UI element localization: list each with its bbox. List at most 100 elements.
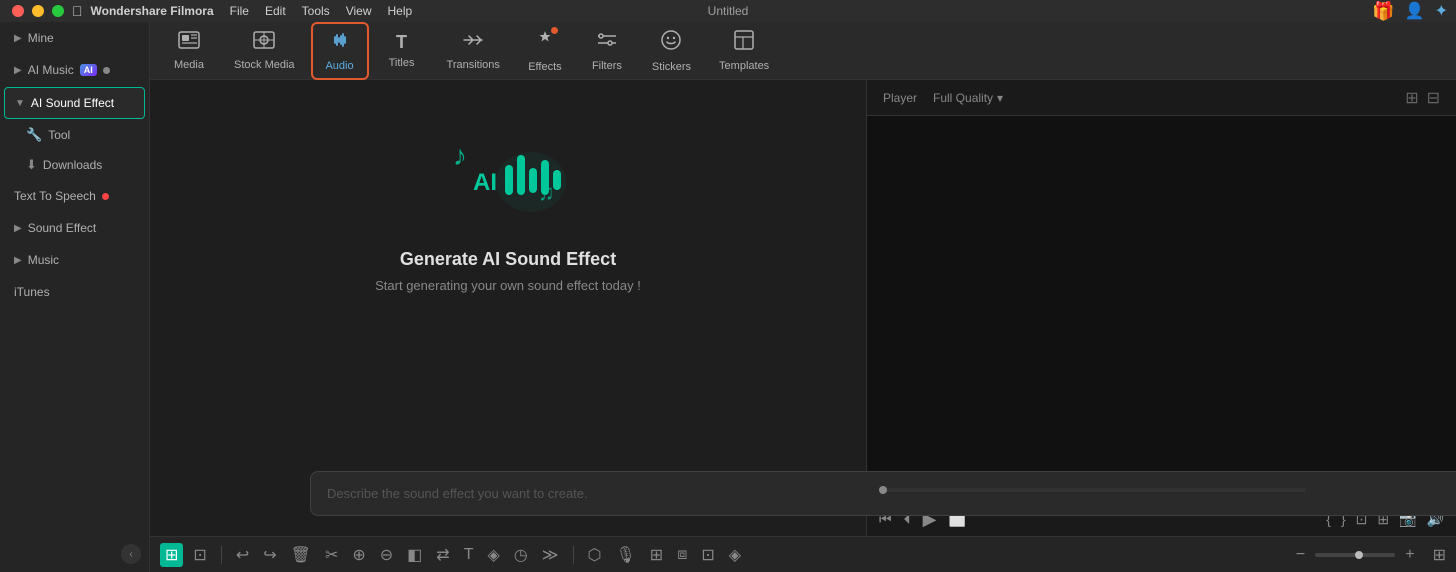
toolbar-media-label: Media: [174, 59, 204, 71]
sidebar-item-itunes-label: iTunes: [14, 285, 50, 299]
toolbar-stickers[interactable]: Stickers: [640, 23, 703, 79]
copy-icon[interactable]: ⊕: [348, 543, 369, 567]
title-bar:  Wondershare Filmora File Edit Tools Vi…: [0, 0, 1456, 22]
chevron-right-icon: ▶: [14, 65, 22, 76]
ai-illustration: ♪ ♫ AI: [443, 110, 573, 233]
player-panel: Player Full Quality ▾ ⊞ ⊟: [866, 80, 1456, 536]
player-actions: ⊞ ⊟: [1405, 88, 1440, 108]
quality-select[interactable]: Full Quality ▾: [933, 91, 1003, 105]
sidebar: ▶ Mine ▶ AI Music AI ▼ AI Sound Effect 🔧…: [0, 22, 150, 572]
cut-icon[interactable]: ✂: [321, 543, 342, 567]
toolbar-media[interactable]: Media: [160, 25, 218, 77]
sidebar-collapse-button[interactable]: ‹: [121, 544, 141, 564]
new-dot: [102, 193, 109, 200]
progress-thumb: [879, 486, 887, 494]
more-icon[interactable]: ≫: [538, 543, 563, 567]
toolbar-stock-media-label: Stock Media: [234, 59, 295, 71]
sidebar-item-downloads[interactable]: ⬇ Downloads: [4, 151, 145, 179]
toolbar-transitions-label: Transitions: [447, 59, 500, 71]
sidebar-item-music[interactable]: ▶ Music: [4, 245, 145, 275]
undo-icon[interactable]: ↩: [232, 543, 253, 567]
paste-icon[interactable]: ⊖: [376, 543, 397, 567]
zoom-slider[interactable]: [1315, 553, 1395, 557]
sidebar-item-ai-music-label: AI Music: [28, 63, 74, 77]
chevron-right-icon: ▶: [14, 33, 22, 44]
toolbar-titles-label: Titles: [389, 57, 415, 69]
toolbar-stickers-label: Stickers: [652, 61, 691, 73]
sidebar-item-music-label: Music: [28, 253, 59, 267]
speed-icon[interactable]: ⇄: [432, 543, 453, 567]
sidebar-item-tool-label: Tool: [48, 128, 70, 142]
menu-view[interactable]: View: [346, 4, 372, 18]
title-bar-left:  Wondershare Filmora File Edit Tools Vi…: [12, 3, 412, 19]
toolbar-titles[interactable]: T Titles: [373, 26, 431, 75]
sidebar-item-mine[interactable]: ▶ Mine: [4, 23, 145, 53]
sidebar-item-sound-effect-label: Sound Effect: [28, 221, 97, 235]
menu-bar: File Edit Tools View Help: [230, 4, 413, 18]
crop-icon[interactable]: ◧: [403, 543, 426, 567]
toolbar-filters[interactable]: Filters: [578, 24, 636, 78]
zoom-out-icon[interactable]: −: [1292, 544, 1309, 566]
redo-icon[interactable]: ↪: [259, 543, 280, 567]
gift-icon[interactable]: 🎁: [1372, 1, 1394, 22]
grid-view-icon[interactable]: ⊞: [1405, 88, 1418, 108]
user-icon[interactable]: 👤: [1405, 1, 1425, 21]
color-icon[interactable]: ◈: [483, 543, 503, 567]
transitions-icon: [462, 31, 484, 55]
toolbar-effects-label: Effects: [528, 61, 561, 73]
effects-icon-bt[interactable]: ◈: [725, 543, 745, 567]
prompt-placeholder: Describe the sound effect you want to cr…: [327, 486, 588, 501]
player-tab[interactable]: Player: [883, 91, 917, 105]
grid-settings-icon[interactable]: ⊞: [1433, 545, 1446, 565]
progress-bar[interactable]: [879, 488, 1306, 492]
close-button[interactable]: [12, 5, 24, 17]
menu-edit[interactable]: Edit: [265, 4, 286, 18]
magnetic-icon[interactable]: ⊡: [189, 543, 210, 567]
zoom-thumb: [1355, 551, 1363, 559]
toolbar-audio[interactable]: Audio: [311, 22, 369, 80]
sidebar-item-itunes[interactable]: iTunes: [4, 277, 145, 307]
stabilize-icon[interactable]: ⬡: [584, 543, 606, 567]
toolbar-transitions[interactable]: Transitions: [435, 25, 512, 77]
menu-help[interactable]: Help: [387, 4, 412, 18]
toolbar-filters-label: Filters: [592, 60, 622, 72]
menu-file[interactable]: File: [230, 4, 249, 18]
sidebar-item-ai-music[interactable]: ▶ AI Music AI: [4, 55, 145, 85]
toolbar-stock-media[interactable]: Stock Media: [222, 25, 307, 77]
delete-icon[interactable]: 🗑: [287, 543, 315, 567]
audio-icon: [329, 30, 351, 56]
minimize-button[interactable]: [32, 5, 44, 17]
sidebar-item-sound-effect[interactable]: ▶ Sound Effect: [4, 213, 145, 243]
text-icon[interactable]: T: [460, 544, 478, 566]
quality-label: Full Quality: [933, 91, 993, 105]
toolbar-effects[interactable]: Effects: [516, 23, 574, 79]
chevron-down-icon: ▾: [997, 91, 1003, 105]
menu-tools[interactable]: Tools: [302, 4, 330, 18]
toolbar-audio-label: Audio: [325, 60, 353, 72]
sidebar-item-tool[interactable]: 🔧 Tool: [4, 121, 145, 149]
export-icon[interactable]: ⊡: [697, 543, 718, 567]
main-container: ▶ Mine ▶ AI Music AI ▼ AI Sound Effect 🔧…: [0, 22, 1456, 572]
ai-sound-panel: ♪ ♫ AI Generate AI Sound Effec: [150, 80, 866, 536]
titles-icon: T: [396, 32, 407, 53]
player-header: Player Full Quality ▾ ⊞ ⊟: [867, 80, 1456, 116]
ai-icon-bt[interactable]: ⧈: [673, 544, 691, 566]
app-name: Wondershare Filmora: [91, 4, 214, 18]
sidebar-item-text-to-speech[interactable]: Text To Speech: [4, 181, 145, 211]
sidebar-item-mine-label: Mine: [28, 31, 54, 45]
zoom-control: − +: [1292, 544, 1419, 566]
subtitle-icon[interactable]: ⊞: [646, 543, 667, 567]
workspace: ♪ ♫ AI Generate AI Sound Effec: [150, 80, 1456, 536]
zoom-in-icon[interactable]: +: [1401, 544, 1418, 566]
divider-1: [221, 546, 222, 564]
layout-icon[interactable]: ⊞: [160, 543, 183, 567]
filters-icon: [596, 30, 618, 56]
audio-icon-bt[interactable]: 🎙: [611, 543, 639, 567]
templates-icon: [734, 30, 754, 56]
timer-icon[interactable]: ◷: [510, 543, 532, 567]
split-view-icon[interactable]: ⊟: [1427, 88, 1440, 108]
chevron-right-icon: ▶: [14, 255, 22, 266]
toolbar-templates[interactable]: Templates: [707, 24, 781, 78]
maximize-button[interactable]: [52, 5, 64, 17]
sidebar-item-ai-sound-effect[interactable]: ▼ AI Sound Effect: [4, 87, 145, 119]
